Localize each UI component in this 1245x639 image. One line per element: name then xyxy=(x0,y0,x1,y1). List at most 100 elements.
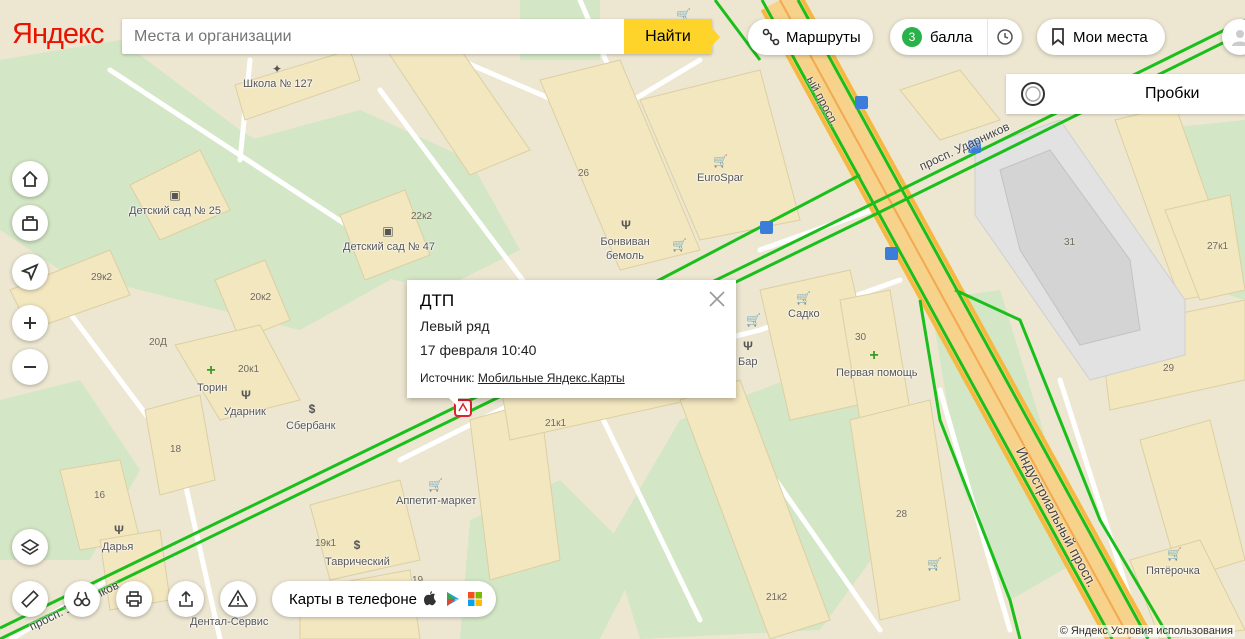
building-number: 16 xyxy=(94,490,106,501)
report-button[interactable] xyxy=(220,581,256,617)
close-icon[interactable] xyxy=(708,290,726,308)
building-number: 26 xyxy=(578,168,590,179)
bookmark-icon xyxy=(1052,28,1064,46)
building-number: 21к2 xyxy=(766,592,788,603)
traffic-panel[interactable]: Пробки xyxy=(1006,74,1245,114)
building-number: 29 xyxy=(1163,363,1175,374)
share-button[interactable] xyxy=(168,581,204,617)
cart-icon: 🛒 xyxy=(796,291,811,305)
search-input[interactable] xyxy=(122,19,636,54)
building-number: 21к1 xyxy=(545,418,567,429)
restaurant-icon: Ψ xyxy=(114,523,124,537)
search-button[interactable]: Найти xyxy=(624,19,720,54)
popup-datetime: 17 февраля 10:40 xyxy=(420,342,537,358)
building-number: 22к2 xyxy=(411,211,433,222)
layers-button[interactable] xyxy=(12,529,48,565)
poi-kindergarten-47[interactable]: Детский сад № 47 xyxy=(343,241,435,253)
zoom-out-icon xyxy=(24,366,36,368)
restaurant-icon: Ψ xyxy=(241,388,251,402)
share-icon xyxy=(179,590,193,607)
incident-popup: ДТП Левый ряд 17 февраля 10:40 Источник:… xyxy=(407,280,736,407)
warning-icon xyxy=(228,589,248,607)
zoom-in-icon xyxy=(24,317,36,329)
building-number: 20к1 xyxy=(238,364,260,375)
apple-icon xyxy=(424,591,436,606)
pharmacy-icon: + xyxy=(206,362,216,379)
panorama-icon xyxy=(73,591,91,607)
zoom-in-button[interactable] xyxy=(12,305,48,341)
school-icon: ✦ xyxy=(271,62,283,76)
zoom-out-button[interactable] xyxy=(12,349,48,385)
points-label: балла xyxy=(930,28,973,46)
history-icon[interactable] xyxy=(987,19,1022,55)
building-number: 20Д xyxy=(149,337,167,348)
my-places-button[interactable]: Мои места xyxy=(1037,19,1165,55)
my-places-label: Мои места xyxy=(1073,28,1148,46)
bar-icon: Ψ xyxy=(743,339,753,353)
yandex-logo[interactable]: Яндекс xyxy=(12,18,105,51)
building-number: 19к1 xyxy=(315,538,337,549)
cart-icon: 🛒 xyxy=(927,557,942,571)
poi-bar[interactable]: Бар xyxy=(738,356,757,368)
poi-appetit[interactable]: Аппетит-маркет xyxy=(396,495,476,507)
poi-first-aid[interactable]: Первая помощь xyxy=(836,367,918,379)
location-arrow-icon xyxy=(21,263,39,281)
building-number: 29к2 xyxy=(91,272,113,283)
poi-tavrichesky[interactable]: Таврический xyxy=(325,556,390,568)
poi-udarnik[interactable]: Ударник xyxy=(224,406,266,418)
copyright[interactable]: © Яндекс Условия использования xyxy=(1057,625,1235,637)
poi-pyaterochka[interactable]: Пятёрочка xyxy=(1146,565,1200,577)
points-badge: 3 xyxy=(902,27,922,47)
search-bar: Найти xyxy=(122,19,720,54)
poi-sadko[interactable]: Садко xyxy=(788,308,820,320)
building-number: 28 xyxy=(896,509,908,520)
kindergarten-icon: ▣ xyxy=(169,188,181,202)
route-icon xyxy=(762,28,780,46)
building-number: 31 xyxy=(1064,237,1076,248)
poi-sberbank[interactable]: Сбербанк xyxy=(286,420,335,432)
briefcase-icon xyxy=(22,216,38,231)
poi-eurospar[interactable]: EuroSpar xyxy=(697,172,743,184)
poi-torin[interactable]: Торин xyxy=(197,382,227,394)
traffic-light-icon xyxy=(1021,82,1045,106)
routes-button[interactable]: Маршруты xyxy=(748,19,873,55)
traffic-label: Пробки xyxy=(1145,85,1200,102)
popup-title: ДТП xyxy=(420,291,455,310)
poi-school[interactable]: Школа № 127 xyxy=(243,78,313,90)
bank-icon: $ xyxy=(353,538,361,552)
google-play-icon xyxy=(447,592,459,606)
ruler-button[interactable] xyxy=(12,581,48,617)
popup-source: Источник: Мобильные Яндекс.Карты xyxy=(420,371,625,385)
kindergarten-icon: ▣ xyxy=(382,224,394,238)
routes-label: Маршруты xyxy=(786,28,861,46)
pharmacy-icon: + xyxy=(869,347,879,364)
mobile-apps-button[interactable]: Карты в телефоне xyxy=(272,581,496,617)
building-number: 20к2 xyxy=(250,292,272,303)
poi-darya[interactable]: Дарья xyxy=(102,541,133,553)
cart-icon: 🛒 xyxy=(428,478,443,492)
poi-dental[interactable]: Дентал-Сервис xyxy=(190,616,268,628)
print-button[interactable] xyxy=(116,581,152,617)
work-button[interactable] xyxy=(12,205,48,241)
cart-icon: 🛒 xyxy=(746,313,761,327)
poi-bonvivan[interactable]: Бонвиван бемоль xyxy=(600,235,650,263)
windows-icon xyxy=(468,592,482,606)
ruler-icon xyxy=(21,590,39,608)
popup-lane: Левый ряд xyxy=(420,318,490,334)
building-number: 30 xyxy=(855,332,867,343)
layers-icon xyxy=(20,539,40,555)
building-number: 18 xyxy=(170,444,182,455)
my-location-button[interactable] xyxy=(12,254,48,290)
points-widget[interactable]: 3 балла xyxy=(890,19,1022,55)
poi-kindergarten-25[interactable]: Детский сад № 25 xyxy=(129,205,221,217)
home-icon xyxy=(22,170,38,187)
bank-icon: $ xyxy=(308,402,316,416)
mobile-apps-label: Карты в телефоне xyxy=(289,590,417,608)
cart-icon: 🛒 xyxy=(713,154,728,168)
building-number: 27к1 xyxy=(1207,241,1229,252)
popup-source-link[interactable]: Мобильные Яндекс.Карты xyxy=(478,371,625,385)
home-button[interactable] xyxy=(12,161,48,197)
print-icon xyxy=(126,591,142,607)
panorama-button[interactable] xyxy=(64,581,100,617)
cart-icon: 🛒 xyxy=(672,238,687,252)
